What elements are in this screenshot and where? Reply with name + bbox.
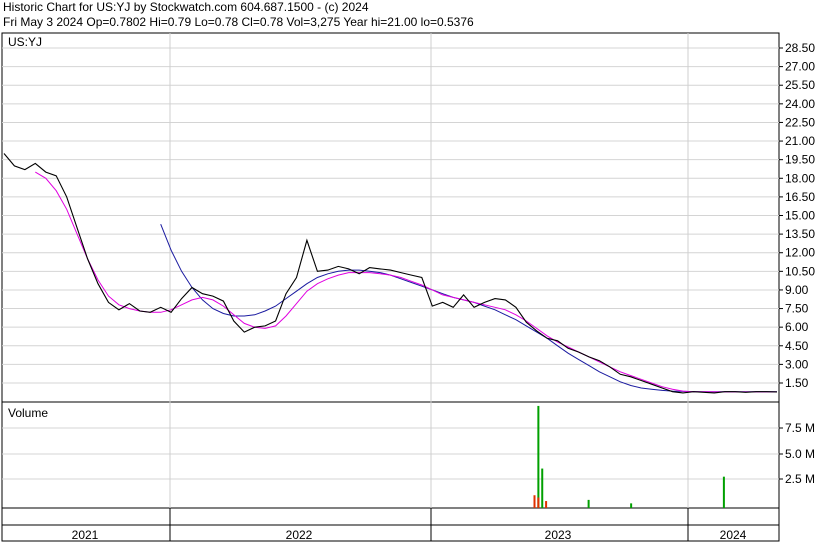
price-volume-chart: US:YJ Volume 28.50 27.00 25.50 24.00 22.50 21… <box>1 32 815 542</box>
year-label: 2021 <box>72 528 99 542</box>
price-tick-label: 4.50 <box>785 339 809 353</box>
price-tick-label: 10.50 <box>785 264 815 278</box>
year-label: 2022 <box>286 528 313 542</box>
volume-bar <box>545 501 548 508</box>
price-tick-label: 15.00 <box>785 209 815 223</box>
price-panel-title: US:YJ <box>8 35 42 49</box>
price-tick-label: 12.00 <box>785 246 815 260</box>
price-tick-label: 24.00 <box>785 97 815 111</box>
volume-bar <box>587 499 590 508</box>
price-panel <box>1 32 780 403</box>
price-tick-label: 13.50 <box>785 227 815 241</box>
volume-panel-title: Volume <box>8 406 48 420</box>
price-tick-label: 9.00 <box>785 283 809 297</box>
price-tick-label: 28.50 <box>785 41 815 55</box>
volume-bar <box>537 497 540 508</box>
volume-bar <box>630 503 633 508</box>
price-tick-label: 16.50 <box>785 190 815 204</box>
price-tick-label: 3.00 <box>785 357 809 371</box>
volume-tick-label: 2.5 M <box>785 472 815 486</box>
volume-bar <box>541 468 544 508</box>
volume-bar <box>722 476 725 508</box>
volume-tick-label: 7.5 M <box>785 421 815 435</box>
year-label: 2023 <box>545 528 572 542</box>
volume-panel <box>1 401 780 509</box>
price-tick-label: 7.50 <box>785 302 809 316</box>
price-tick-label: 6.00 <box>785 320 809 334</box>
year-label: 2024 <box>720 528 747 542</box>
volume-bar <box>533 495 536 508</box>
price-tick-label: 27.00 <box>785 60 815 74</box>
price-tick-label: 1.50 <box>785 376 809 390</box>
price-tick-label: 21.00 <box>785 134 815 148</box>
price-tick-label: 18.00 <box>785 171 815 185</box>
price-tick-label: 19.50 <box>785 153 815 167</box>
volume-bar <box>537 405 540 508</box>
price-tick-label: 22.50 <box>785 115 815 129</box>
volume-tick-label: 5.0 M <box>785 447 815 461</box>
price-tick-label: 25.50 <box>785 78 815 92</box>
